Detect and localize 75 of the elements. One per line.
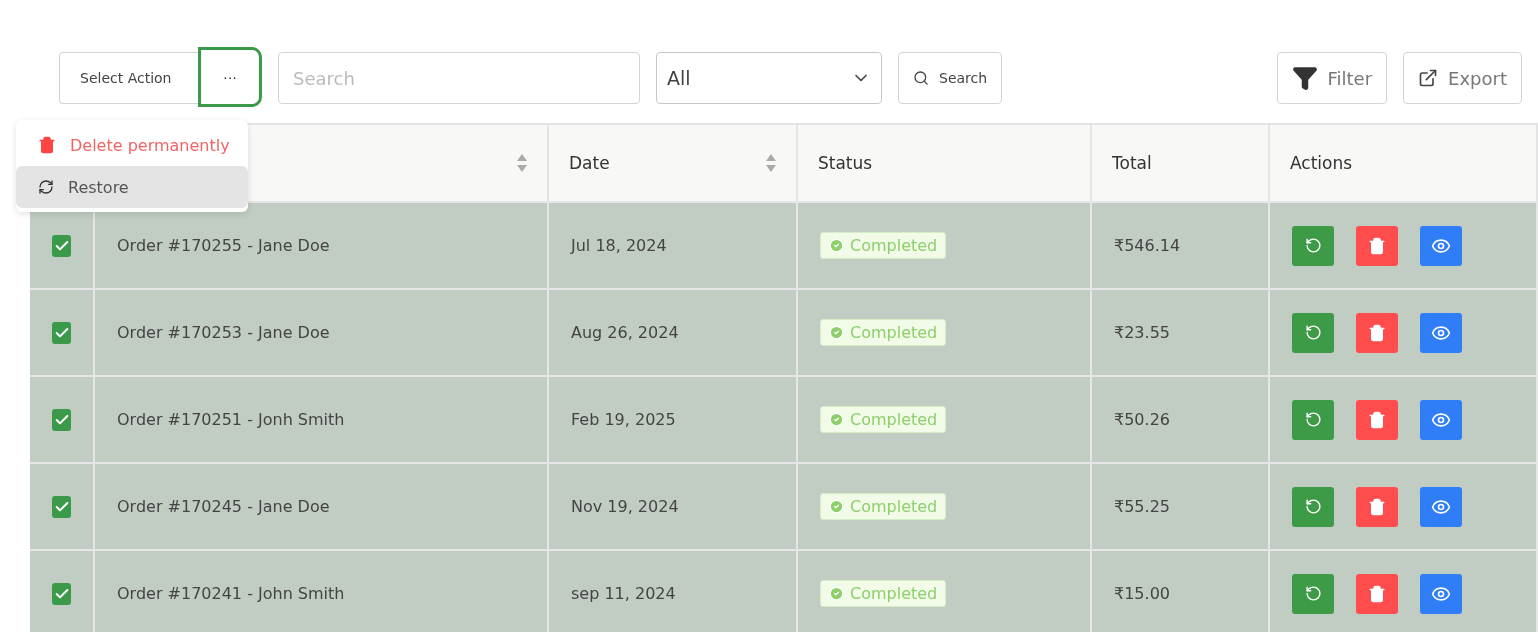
table-cell: ₹50.26 bbox=[1092, 375, 1270, 462]
sort-icon[interactable] bbox=[517, 154, 527, 172]
table-cell: Feb 19, 2025 bbox=[549, 375, 798, 462]
view-button[interactable] bbox=[1420, 486, 1462, 527]
check-circle-icon bbox=[829, 238, 844, 253]
table-cell: Order #170251 - Jonh Smith bbox=[95, 375, 549, 462]
table-cell: Order #170253 - Jane Doe bbox=[95, 288, 549, 375]
delete-button[interactable] bbox=[1356, 312, 1398, 353]
status-badge: Completed bbox=[820, 319, 947, 346]
status-badge: Completed bbox=[820, 406, 947, 433]
export-icon bbox=[1418, 68, 1439, 88]
table-cell: sep 11, 2024 bbox=[549, 549, 798, 632]
table-cell: Aug 26, 2024 bbox=[549, 288, 798, 375]
trash-icon bbox=[38, 136, 56, 154]
undo-icon bbox=[1304, 411, 1322, 428]
table-cell: ₹546.14 bbox=[1092, 201, 1270, 288]
restore-button[interactable] bbox=[1292, 225, 1334, 266]
sort-icon[interactable] bbox=[766, 154, 776, 172]
row-checkbox[interactable] bbox=[52, 234, 71, 257]
row-checkbox[interactable] bbox=[52, 582, 71, 605]
search-icon bbox=[913, 70, 929, 86]
trash-icon bbox=[1368, 236, 1386, 255]
refresh-icon bbox=[38, 179, 54, 195]
check-circle-icon bbox=[829, 325, 844, 340]
column-title: Status bbox=[818, 153, 873, 173]
status-badge: Completed bbox=[820, 493, 947, 520]
search-field[interactable]: Search bbox=[278, 52, 640, 104]
restore-button[interactable] bbox=[1292, 312, 1334, 353]
restore-button[interactable] bbox=[1292, 486, 1334, 527]
check-circle-icon bbox=[829, 412, 844, 427]
view-button[interactable] bbox=[1420, 312, 1462, 353]
row-checkbox[interactable] bbox=[52, 495, 71, 518]
more-button[interactable]: ··· bbox=[198, 47, 262, 107]
row-checkbox[interactable] bbox=[52, 321, 71, 344]
check-circle-icon bbox=[829, 586, 844, 601]
restore-button[interactable] bbox=[1292, 399, 1334, 440]
restore-button[interactable] bbox=[1292, 573, 1334, 614]
trash-icon bbox=[1368, 410, 1386, 429]
table-cell: Order #170241 - John Smith bbox=[95, 549, 549, 632]
table-cell: ₹23.55 bbox=[1092, 288, 1270, 375]
delete-button[interactable] bbox=[1356, 486, 1398, 527]
menu-item-label: Restore bbox=[68, 177, 129, 197]
undo-icon bbox=[1304, 237, 1322, 254]
menu-item[interactable]: Restore bbox=[16, 166, 248, 208]
trash-icon bbox=[1368, 323, 1386, 342]
status-badge: Completed bbox=[820, 580, 947, 607]
view-button[interactable] bbox=[1420, 573, 1462, 614]
undo-icon bbox=[1304, 498, 1322, 515]
undo-icon bbox=[1304, 324, 1322, 341]
trash-icon bbox=[1368, 584, 1386, 603]
filter-button[interactable]: Filter bbox=[1276, 52, 1388, 104]
menu-item-label: Delete permanently bbox=[70, 135, 230, 155]
table-cell: Jul 18, 2024 bbox=[549, 201, 798, 288]
column-title: Total bbox=[1112, 153, 1152, 173]
export-button[interactable]: Export bbox=[1403, 52, 1522, 104]
funnel-icon bbox=[1291, 65, 1318, 91]
view-button[interactable] bbox=[1420, 225, 1462, 266]
trash-icon bbox=[1368, 497, 1386, 516]
undo-icon bbox=[1304, 585, 1322, 602]
column-title: Date bbox=[569, 153, 610, 173]
view-button[interactable] bbox=[1420, 399, 1462, 440]
table-cell: Order #170245 - Jane Doe bbox=[95, 462, 549, 549]
column-title: Actions bbox=[1290, 153, 1353, 173]
delete-button[interactable] bbox=[1356, 399, 1398, 440]
table-cell: ₹15.00 bbox=[1092, 549, 1270, 632]
table-cell: Order #170255 - Jane Doe bbox=[95, 201, 549, 288]
status-badge: Completed bbox=[820, 232, 947, 259]
table-cell: ₹55.25 bbox=[1092, 462, 1270, 549]
check-circle-icon bbox=[829, 499, 844, 514]
status-dropdown[interactable]: All bbox=[656, 52, 882, 104]
delete-button[interactable] bbox=[1356, 225, 1398, 266]
table-cell: Nov 19, 2024 bbox=[549, 462, 798, 549]
delete-button[interactable] bbox=[1356, 573, 1398, 614]
search-button[interactable]: Search bbox=[898, 52, 1003, 104]
row-checkbox[interactable] bbox=[52, 408, 71, 431]
